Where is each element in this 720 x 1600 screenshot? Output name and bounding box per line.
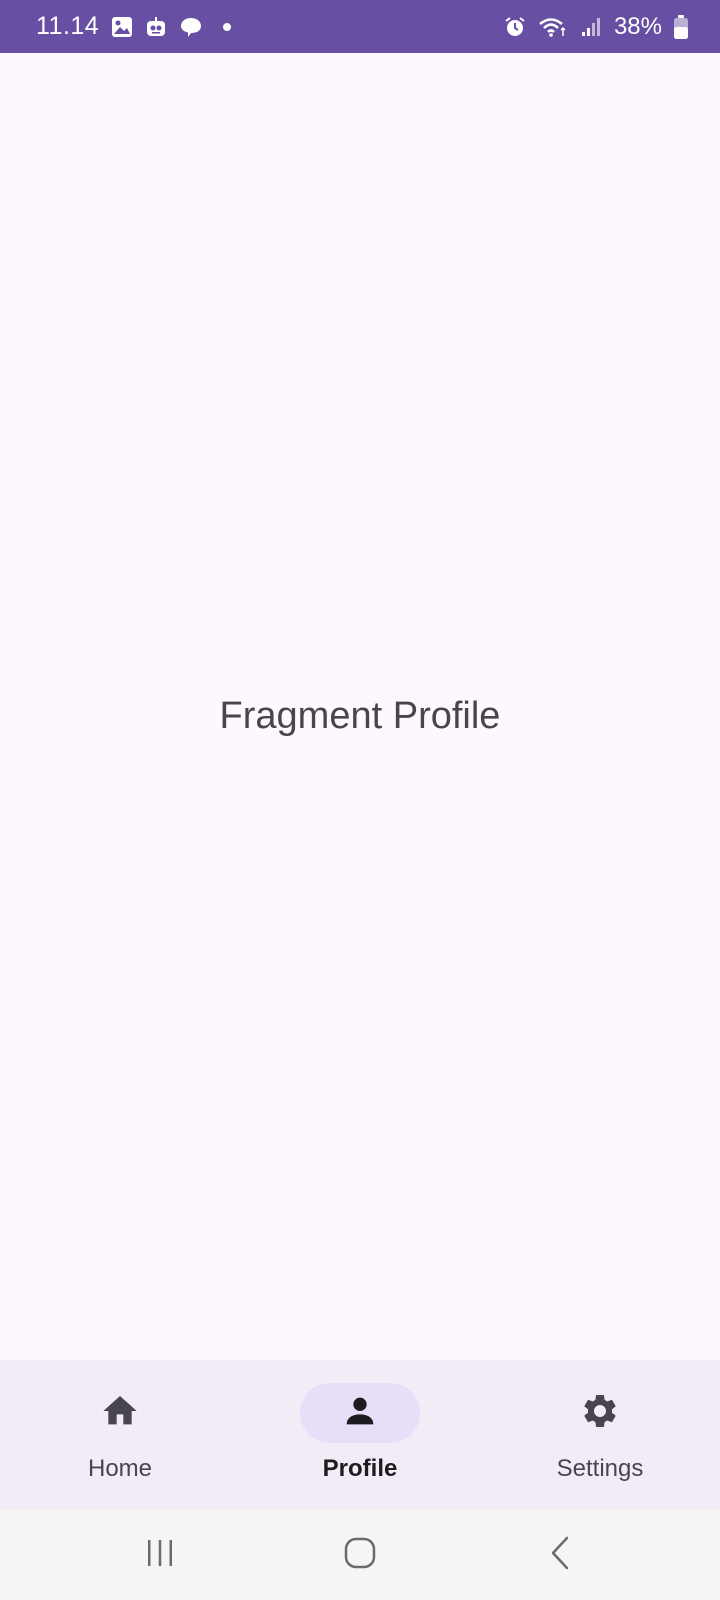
home-circle-icon	[344, 1537, 376, 1574]
nav-item-profile[interactable]: Profile	[240, 1360, 480, 1510]
nav-indicator-profile	[300, 1383, 420, 1443]
status-time: 11.14	[36, 12, 100, 40]
nav-label-home: Home	[87, 1455, 153, 1482]
nav-indicator-settings	[540, 1383, 660, 1443]
status-left: 11.14	[36, 12, 232, 41]
app-screen: 11.14 38% Fragment Profile Home Profile …	[0, 0, 720, 1600]
nav-item-settings[interactable]: Settings	[480, 1360, 720, 1510]
nav-label-profile: Profile	[322, 1455, 398, 1482]
gear-icon	[580, 1391, 620, 1436]
back-button[interactable]	[520, 1525, 600, 1585]
status-bar: 11.14 38%	[0, 0, 720, 53]
status-right: 38%	[504, 13, 688, 41]
system-navigation-bar	[0, 1510, 720, 1600]
chat-bubble-icon	[179, 16, 203, 38]
battery-percentage: 38%	[613, 12, 662, 40]
notification-dot-icon	[223, 22, 232, 31]
recents-icon	[144, 1538, 176, 1573]
robot-icon	[145, 16, 167, 38]
wifi-icon	[538, 16, 568, 38]
signal-icon	[580, 16, 602, 38]
person-icon	[340, 1391, 380, 1436]
nav-label-settings: Settings	[556, 1455, 644, 1482]
system-home-button[interactable]	[320, 1525, 400, 1585]
fragment-container: Fragment Profile	[0, 53, 720, 1360]
gallery-icon	[111, 16, 133, 38]
nav-indicator-home	[60, 1383, 180, 1443]
recents-button[interactable]	[120, 1525, 200, 1585]
nav-item-home[interactable]: Home	[0, 1360, 240, 1510]
bottom-navigation-bar: Home Profile Settings	[0, 1360, 720, 1510]
alarm-icon	[504, 16, 526, 38]
home-icon	[100, 1391, 140, 1436]
fragment-title: Fragment Profile	[219, 695, 501, 737]
battery-icon	[674, 14, 688, 39]
back-icon	[548, 1536, 572, 1575]
